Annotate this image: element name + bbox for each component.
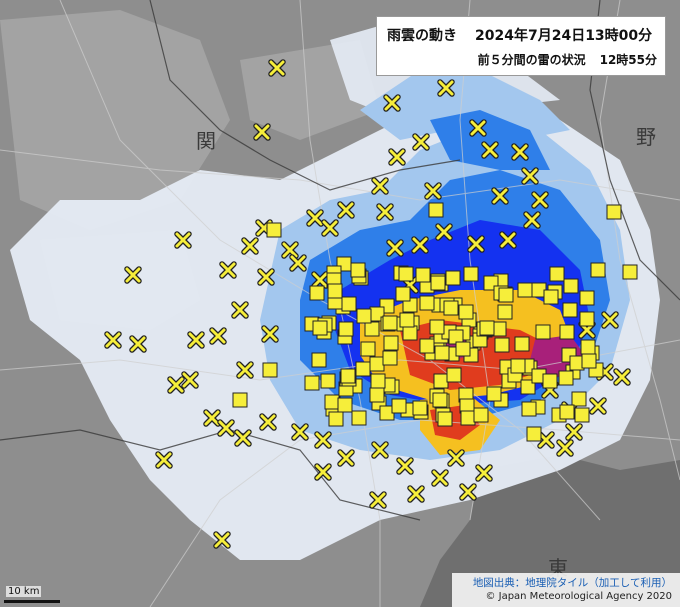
lightning-square-marker [479,320,495,336]
lightning-square-marker [542,373,558,389]
lightning-square-marker [571,391,587,407]
lightning-square-marker [543,289,559,305]
map-label-kanji-2: 野 [636,125,656,149]
lightning-square-marker [581,353,597,369]
lightning-square-marker [391,398,407,414]
lightning-square-marker [304,375,320,391]
subtitle-time: 12時55分 [599,53,657,67]
lightning-square-marker [429,319,445,335]
lightning-square-marker [383,335,399,351]
lightning-square-marker [579,290,595,306]
lightning-square-marker [494,337,510,353]
lightning-square-marker [369,356,385,372]
lightning-square-marker [340,368,356,384]
lightning-square-marker [232,392,248,408]
title-main: 雨雲の動き 2024年7月24日13時00分 [387,25,652,45]
lightning-square-marker [382,315,398,331]
lightning-square-marker [428,202,444,218]
lightning-square-marker [415,267,431,283]
lightning-square-marker [419,338,435,354]
lightning-square-marker [355,361,371,377]
lightning-square-marker [549,266,565,282]
scale-label: 10 km [6,586,42,597]
lightning-square-marker [437,411,453,427]
lightning-square-marker [446,367,462,383]
lightning-square-marker [395,286,411,302]
lightning-square-marker [622,264,638,280]
lightning-square-marker [460,410,476,426]
lightning-square-marker [562,302,578,318]
lightning-square-marker [559,404,575,420]
title-sub: 前５分間の雷の状況 12時55分 [478,51,657,68]
lightning-square-marker [266,222,282,238]
lightning-square-marker [430,275,446,291]
credit-panel: 地図出典：地理院タイル（加工して利用） © Japan Meteorologic… [452,573,680,607]
lightning-square-marker [445,270,461,286]
lightning-square-marker [526,426,542,442]
lightning-square-marker [590,262,606,278]
lightning-square-marker [497,304,513,320]
lightning-square-marker [309,285,325,301]
lightning-square-marker [324,394,340,410]
lightning-square-marker [486,386,502,402]
lightning-square-marker [558,370,574,386]
lightning-square-marker [434,345,450,361]
lightning-square-marker [382,350,398,366]
lightning-square-marker [473,407,489,423]
lightning-square-marker [370,373,386,389]
lightning-square-marker [311,352,327,368]
lightning-square-marker [419,295,435,311]
copyright-text: © Japan Meteorological Agency 2020 [485,591,672,602]
lightning-square-marker [580,339,596,355]
lightning-square-marker [341,296,357,312]
scale-line [4,600,60,603]
lightning-square-marker [432,392,448,408]
lightning-square-marker [535,324,551,340]
lightning-square-marker [559,324,575,340]
title-label: 雨雲の動き [387,28,457,44]
lightning-square-marker [514,336,530,352]
lightning-square-marker [458,304,474,320]
lightning-square-marker [364,321,380,337]
lightning-square-marker [443,300,459,316]
rain-radar-map: 関 野 東 [0,0,680,607]
map-label-kanji-1: 関 [196,129,216,153]
lightning-square-marker [412,400,428,416]
lightning-square-marker [574,407,590,423]
lightning-square-marker [521,401,537,417]
lightning-square-marker [360,341,376,357]
lightning-square-marker [463,266,479,282]
title-panel: 雨雲の動き 2024年7月24日13時00分 前５分間の雷の状況 12時55分 [376,16,666,76]
lightning-square-marker [327,283,343,299]
lightning-square-marker [356,308,372,324]
lightning-square-marker [399,312,415,328]
lightning-square-marker [369,387,385,403]
scale-bar: 10 km [4,586,64,604]
lightning-square-marker [351,410,367,426]
lightning-square-marker [455,341,471,357]
lightning-square-marker [606,204,622,220]
lightning-square-marker [337,397,353,413]
lightning-square-marker [398,266,414,282]
lightning-square-marker [510,358,526,374]
tile-credit-link[interactable]: 地図出典：地理院タイル（加工して利用） [473,575,672,590]
lightning-square-marker [402,325,418,341]
lightning-square-marker [517,282,533,298]
lightning-square-marker [579,311,595,327]
lightning-square-marker [350,262,366,278]
lightning-square-marker [328,411,344,427]
lightning-square-marker [433,373,449,389]
lightning-square-marker [312,320,328,336]
lightning-square-marker [498,287,514,303]
lightning-square-marker [563,278,579,294]
title-datetime: 2024年7月24日13時00分 [475,28,653,44]
lightning-square-marker [262,362,278,378]
subtitle-label: 前５分間の雷の状況 [477,53,586,67]
lightning-square-marker [320,373,336,389]
lightning-square-marker [338,321,354,337]
